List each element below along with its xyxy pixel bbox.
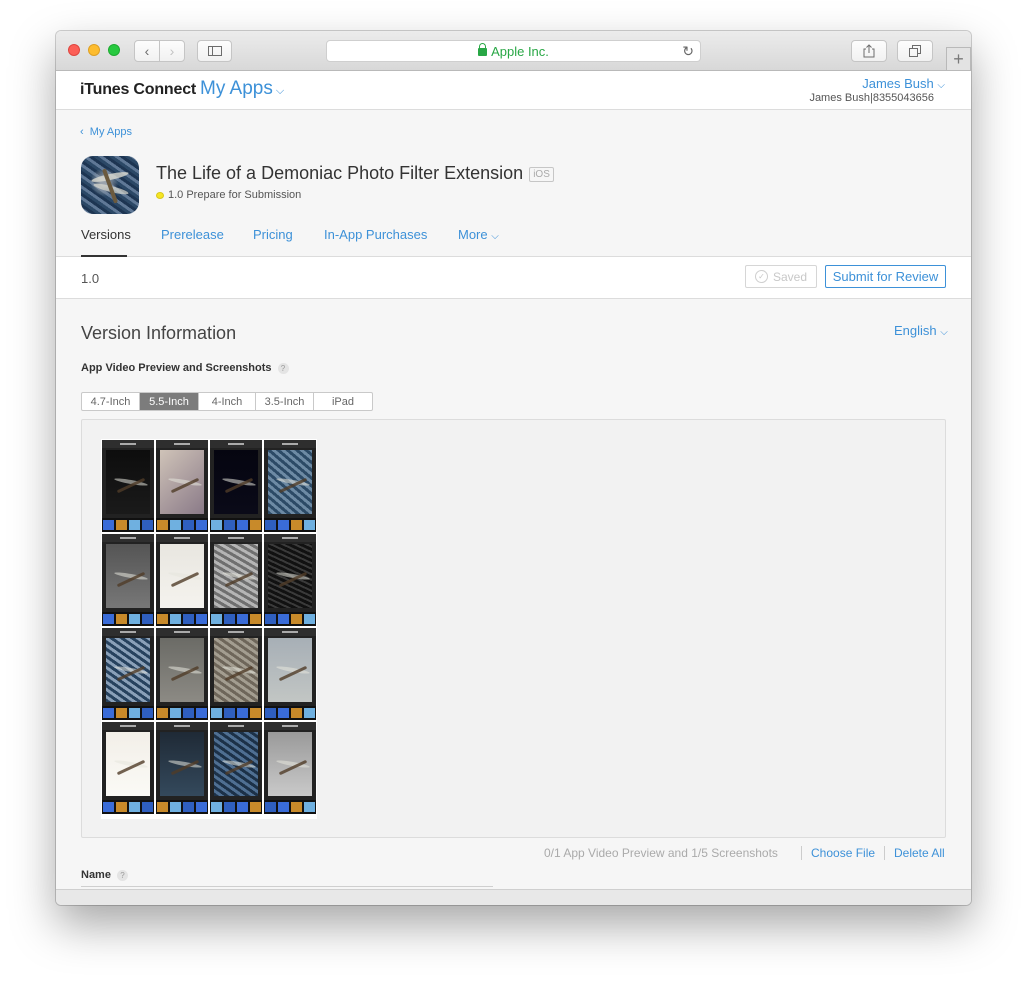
chevron-right-icon: › — [169, 43, 175, 59]
help-icon[interactable]: ? — [277, 363, 289, 374]
forward-button[interactable]: › — [159, 40, 185, 62]
preview-label: App Video Preview and Screenshots? — [81, 362, 289, 374]
tab-pricing[interactable]: Pricing — [253, 227, 293, 242]
device-tab-4-inch[interactable]: 4-Inch — [199, 393, 256, 410]
share-icon — [863, 44, 875, 58]
section-title: Version Information — [81, 323, 237, 343]
app-header: ‹ My Apps The Life of a Demoniac Photo F… — [56, 110, 971, 257]
app-status: 1.0 Prepare for Submission — [168, 189, 302, 201]
screenshot-thumbnail[interactable] — [264, 628, 316, 720]
language-label: English — [894, 323, 937, 338]
device-tab-3-5-inch[interactable]: 3.5-Inch — [256, 393, 314, 410]
preview-label-text: App Video Preview and Screenshots — [81, 362, 272, 374]
back-button[interactable]: ‹ — [134, 40, 160, 62]
platform-badge: iOS — [529, 167, 554, 182]
screenshot-grid — [101, 439, 317, 819]
name-label-text: Name — [81, 869, 111, 881]
name-label: Name? — [81, 869, 128, 881]
upload-count: 0/1 App Video Preview and 1/5 Screenshot… — [544, 846, 778, 860]
tab-more-label: More — [458, 227, 488, 242]
app-title: The Life of a Demoniac Photo Filter Exte… — [156, 163, 554, 184]
divider — [884, 846, 885, 860]
submit-for-review-button[interactable]: Submit for Review — [825, 265, 946, 288]
address-text: Apple Inc. — [491, 43, 549, 59]
chevron-down-icon: ⌵ — [937, 80, 945, 91]
chevron-down-icon: ⌵ — [940, 327, 948, 338]
delete-all-link[interactable]: Delete All — [894, 846, 945, 860]
user-name-label: James Bush — [862, 76, 934, 91]
screenshot-thumbnail[interactable] — [102, 534, 154, 626]
checkmark-icon: ✓ — [754, 270, 768, 283]
version-number: 1.0 — [81, 271, 100, 286]
lock-icon — [478, 43, 488, 56]
saved-label: Saved — [772, 269, 808, 284]
tab-versions[interactable]: Versions — [81, 227, 131, 242]
new-tab-button[interactable]: + — [946, 47, 971, 71]
screenshot-thumbnail[interactable] — [210, 628, 262, 720]
screenshot-thumbnail[interactable] — [156, 628, 208, 720]
user-menu[interactable]: James Bush ⌵ — [862, 76, 945, 91]
help-icon[interactable]: ? — [116, 870, 128, 881]
screenshot-thumbnail[interactable] — [156, 440, 208, 532]
screenshot-thumbnail[interactable] — [102, 440, 154, 532]
screenshot-thumbnail[interactable] — [156, 534, 208, 626]
chevron-left-icon: ‹ — [80, 126, 84, 138]
my-apps-label: My Apps — [200, 78, 273, 99]
divider — [801, 846, 802, 860]
show-sidebar-button[interactable] — [197, 40, 232, 62]
reload-icon[interactable]: ↻ — [682, 43, 694, 60]
language-selector[interactable]: English ⌵ — [894, 323, 948, 338]
app-title-text: The Life of a Demoniac Photo Filter Exte… — [156, 163, 524, 183]
browser-toolbar: ‹ › Apple Inc. ↻ + — [56, 31, 971, 71]
chevron-left-icon: ‹ — [144, 43, 150, 59]
breadcrumb-label: My Apps — [89, 126, 132, 138]
safari-window: ‹ › Apple Inc. ↻ + iTunes Connect My App… — [56, 31, 971, 905]
screenshot-thumbnail[interactable] — [264, 722, 316, 814]
tabs-icon — [909, 45, 921, 57]
screenshot-drop-area[interactable] — [81, 419, 946, 838]
tab-in-app-purchases[interactable]: In-App Purchases — [324, 227, 427, 242]
choose-file-link[interactable]: Choose File — [811, 846, 875, 860]
device-tab-4-7-inch[interactable]: 4.7-Inch — [82, 393, 140, 410]
breadcrumb-my-apps[interactable]: ‹ My Apps — [80, 126, 132, 138]
window-bottom-edge — [56, 889, 971, 905]
chevron-down-icon: ⌵ — [275, 85, 285, 97]
screenshot-thumbnail[interactable] — [264, 440, 316, 532]
version-bar: 1.0 ✓ Saved Submit for Review — [56, 257, 971, 299]
screenshot-thumbnail[interactable] — [102, 722, 154, 814]
show-all-tabs-button[interactable] — [897, 40, 933, 62]
zoom-window-button[interactable] — [108, 44, 120, 56]
screenshot-thumbnail[interactable] — [210, 722, 262, 814]
screenshot-thumbnail[interactable] — [210, 534, 262, 626]
device-tab-5-5-inch[interactable]: 5.5-Inch — [140, 393, 199, 410]
chevron-down-icon: ⌵ — [491, 231, 499, 242]
screenshot-thumbnail[interactable] — [102, 628, 154, 720]
minimize-window-button[interactable] — [88, 44, 100, 56]
status-dot-icon — [156, 192, 164, 199]
address-bar[interactable]: Apple Inc. ↻ — [326, 40, 701, 62]
screenshot-thumbnail[interactable] — [156, 722, 208, 814]
my-apps-menu[interactable]: My Apps ⌵ — [200, 78, 284, 100]
device-size-tabs: 4.7-Inch 5.5-Inch 4-Inch 3.5-Inch iPad — [81, 392, 373, 411]
itc-header: iTunes Connect My Apps ⌵ James Bush ⌵ Jam… — [56, 71, 971, 110]
plus-icon: + — [953, 48, 964, 69]
brand-logo[interactable]: iTunes Connect — [80, 81, 196, 99]
saved-button: ✓ Saved — [745, 265, 817, 288]
version-information-section: Version Information English ⌵ App Video … — [56, 299, 971, 889]
user-account-id: James Bush|8355043656 — [809, 92, 934, 104]
sidebar-icon — [207, 46, 222, 56]
screenshot-thumbnail[interactable] — [210, 440, 262, 532]
screenshot-thumbnail[interactable] — [264, 534, 316, 626]
share-button[interactable] — [851, 40, 887, 62]
tab-more[interactable]: More ⌵ — [458, 227, 499, 242]
close-window-button[interactable] — [68, 44, 80, 56]
app-icon — [81, 156, 139, 214]
tab-prerelease[interactable]: Prerelease — [161, 227, 224, 242]
device-tab-ipad[interactable]: iPad — [314, 393, 372, 410]
